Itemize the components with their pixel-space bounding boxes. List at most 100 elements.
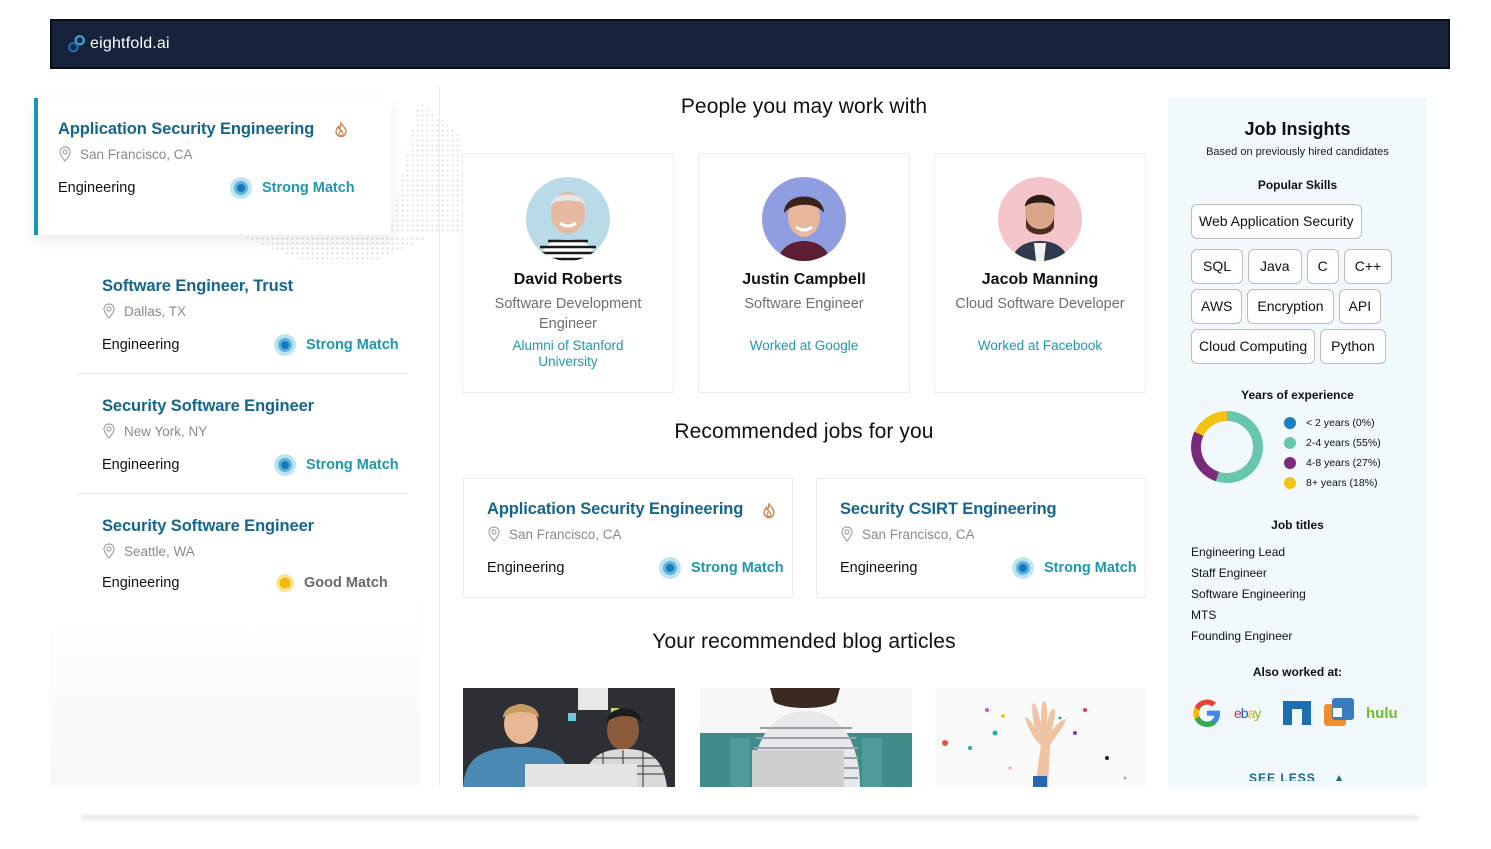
google-logo-icon [1192,699,1220,727]
job-department: Engineering [102,337,180,353]
years-of-experience: Years of experience < 2 years (0%) 2-4 ye… [1168,388,1427,498]
see-less-button[interactable]: SEE LESS ▲ [1168,769,1427,781]
job-department: Engineering [102,575,180,591]
experience-donut-chart [1191,411,1263,483]
person-card[interactable]: Justin Campbell Software Engineer Worked… [698,153,910,393]
blog-article-image[interactable] [700,688,912,787]
experience-legend: < 2 years (0%) 2-4 years (55%) 4-8 years (… [1284,413,1381,493]
legend-item: 2-4 years (55%) [1284,433,1381,453]
recommended-job-card[interactable]: Security CSIRT Engineering San Francisco… [816,478,1146,598]
job-location: Seattle, WA [102,543,408,559]
location-pin-icon [103,303,115,319]
brand-logo[interactable]: eightfold.ai [66,33,170,55]
job-location-text: San Francisco, CA [509,526,622,542]
strong-match-icon [659,557,681,579]
job-titles-list: Engineering Lead Staff Engineer Software… [1168,542,1427,647]
job-list-item[interactable]: Application Security Engineering San Fra… [34,98,391,235]
location-pin-icon [59,146,71,162]
strong-match-icon [1012,557,1034,579]
skill-chip[interactable]: Java [1248,249,1302,284]
job-location-text: San Francisco, CA [862,526,975,542]
match-badge: Good Match [274,574,388,592]
see-less-label[interactable]: SEE LESS [1249,771,1316,781]
insights-title: Job Insights [1244,119,1351,139]
skill-chip[interactable]: SQL [1191,249,1244,284]
legend-item: 8+ years (18%) [1284,473,1381,493]
brand-name: eightfold.ai [90,35,170,52]
job-department: Engineering [102,457,180,473]
avatar [526,177,610,261]
person-name[interactable]: Justin Campbell [699,271,909,289]
location-pin-icon [103,423,115,439]
chevron-up-icon: ▲ [1333,771,1346,781]
popular-skills-heading: Popular Skills [1257,178,1338,192]
svg-text:hulu: hulu [1366,705,1398,722]
job-meta: Engineering Strong Match [840,557,1145,579]
job-title-item: Software Engineering [1191,587,1306,601]
person-name[interactable]: David Roberts [463,271,673,289]
job-title[interactable]: Security Software Engineer [102,517,408,536]
person-connection: Worked at Facebook [977,338,1103,353]
donut-segment [1191,431,1220,482]
location-pin-icon [488,526,500,542]
match-badge: Strong Match [230,177,355,199]
match-label: Strong Match [262,180,355,196]
recommended-job-card[interactable]: Application Security Engineering San Fra… [463,478,793,598]
avatar [762,177,846,261]
svg-text:ebay: ebay [1234,705,1261,721]
skill-chip[interactable]: Python [1320,329,1386,364]
skill-chip[interactable]: API [1338,289,1382,324]
donut-segment [1194,411,1228,437]
job-location: Dallas, TX [102,303,408,319]
skill-chip[interactable]: C++ [1343,249,1393,284]
job-meta: Engineering Good Match [102,574,408,592]
legend-color-dot [1284,437,1296,449]
skill-chip[interactable]: C [1306,249,1339,284]
legend-label: 8+ years (18%) [1306,477,1378,489]
job-list-item[interactable]: Security Software Engineer New York, NY … [78,383,408,494]
skill-chip[interactable]: Cloud Computing [1191,329,1316,364]
person-card[interactable]: David Roberts Software Development Engin… [462,153,674,393]
person-connection: Alumni of Stanford University [512,338,624,369]
job-title-item: Founding Engineer [1191,629,1293,643]
job-insights-panel: Job Insights Based on previously hired c… [1168,98,1427,787]
vmware-logo-icon [1323,698,1354,726]
good-match-icon [276,574,294,592]
job-list-item[interactable]: Software Engineer, Trust Dallas, TX Engi… [78,263,408,374]
person-card[interactable]: Jacob Manning Cloud Software Developer W… [934,153,1146,393]
person-photo [998,177,1082,261]
blog-article-image[interactable] [463,688,675,787]
job-meta: Engineering Strong Match [102,334,408,356]
person-connection: Worked at Google [749,338,859,353]
strong-match-icon [230,177,252,199]
blog-article-image[interactable] [935,688,1147,787]
panel-fade [50,586,420,786]
legend-color-dot [1284,417,1296,429]
infinity-logo-icon [68,35,85,53]
job-list-item[interactable]: Security Software Engineer Seattle, WA E… [78,503,408,603]
job-title[interactable]: Security Software Engineer [102,397,408,416]
skill-chip[interactable]: AWS [1191,289,1243,324]
location-pin-icon [103,543,115,559]
blog-photo-laptop-sofa [700,688,912,787]
job-meta: Engineering Strong Match [58,177,391,199]
hot-job-flame-icon [335,122,347,138]
frame-shadow [80,815,1420,823]
hot-job-flame-icon [763,503,775,519]
person-name[interactable]: Jacob Manning [935,271,1145,289]
job-location-text: Seattle, WA [124,543,195,559]
job-title[interactable]: Software Engineer, Trust [102,277,408,296]
match-label: Strong Match [306,337,399,353]
skills-list: Web Application Security SQL Java C C++ … [1168,204,1427,364]
skill-chip[interactable]: Web Application Security [1191,204,1362,239]
job-meta: Engineering Strong Match [102,454,408,476]
company-logos: ebay hulu [1168,693,1427,733]
job-title[interactable]: Application Security Engineering [487,500,792,519]
job-meta: Engineering Strong Match [487,557,792,579]
legend-label: 2-4 years (55%) [1306,437,1381,449]
recommended-jobs-title: Recommended jobs for you [674,420,934,443]
blog-photo-colleagues [463,688,675,787]
skill-chip[interactable]: Encryption [1247,289,1334,324]
person-role: Software Engineer [744,296,864,312]
job-title[interactable]: Security CSIRT Engineering [840,500,1145,519]
